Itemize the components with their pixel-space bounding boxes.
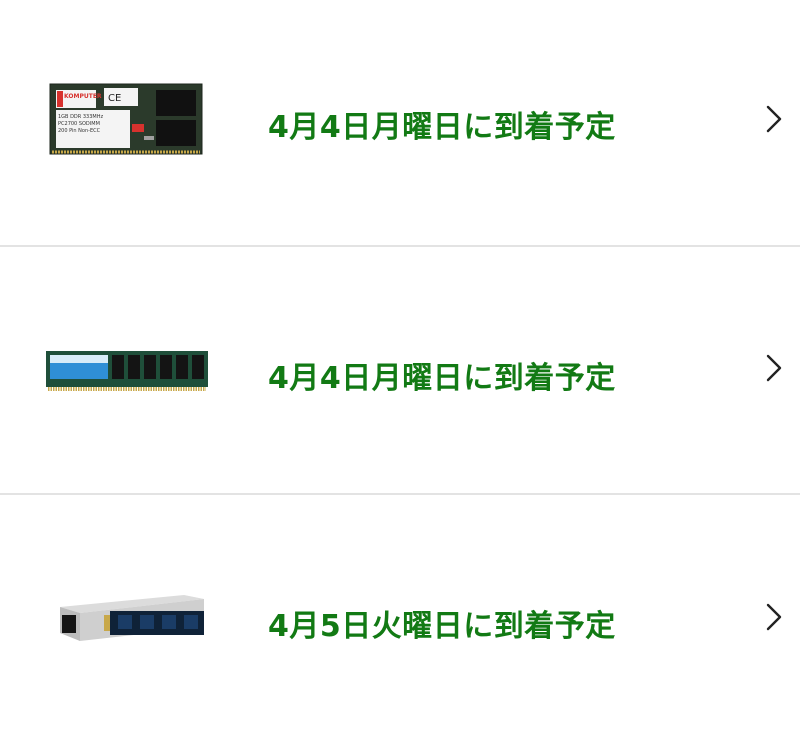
sodimm-ram-module-image: KOMPUTER BAY 1GB DDR 333MHz PC2700 SODIM… — [49, 83, 203, 155]
order-row[interactable]: KOMPUTER BAY 1GB DDR 333MHz PC2700 SODIM… — [0, 0, 800, 246]
delivery-list: KOMPUTER BAY 1GB DDR 333MHz PC2700 SODIM… — [0, 0, 800, 736]
order-row[interactable]: 4月4日月曜日に到着予定 — [0, 247, 800, 493]
delivery-date-text: 4月4日月曜日に到着予定 — [268, 361, 616, 396]
svg-text:CE: CE — [108, 93, 121, 104]
module-spec-line: 1GB DDR 333MHz — [58, 114, 103, 120]
module-spec-line: PC2700 SODIMM — [58, 121, 100, 127]
chevron-right-icon[interactable] — [762, 101, 786, 137]
dimm-ram-module-image — [46, 351, 208, 391]
delivery-date-text: 4月4日月曜日に到着予定 — [268, 110, 616, 145]
chevron-right-icon[interactable] — [762, 350, 786, 386]
order-row[interactable]: 4月5日火曜日に到着予定 — [0, 495, 800, 736]
module-spec-line: 200 Pin Non-ECC — [58, 128, 101, 134]
nvme-ssd-module-image — [60, 595, 204, 641]
chevron-right-icon[interactable] — [762, 599, 786, 635]
delivery-date-text: 4月5日火曜日に到着予定 — [268, 609, 616, 644]
